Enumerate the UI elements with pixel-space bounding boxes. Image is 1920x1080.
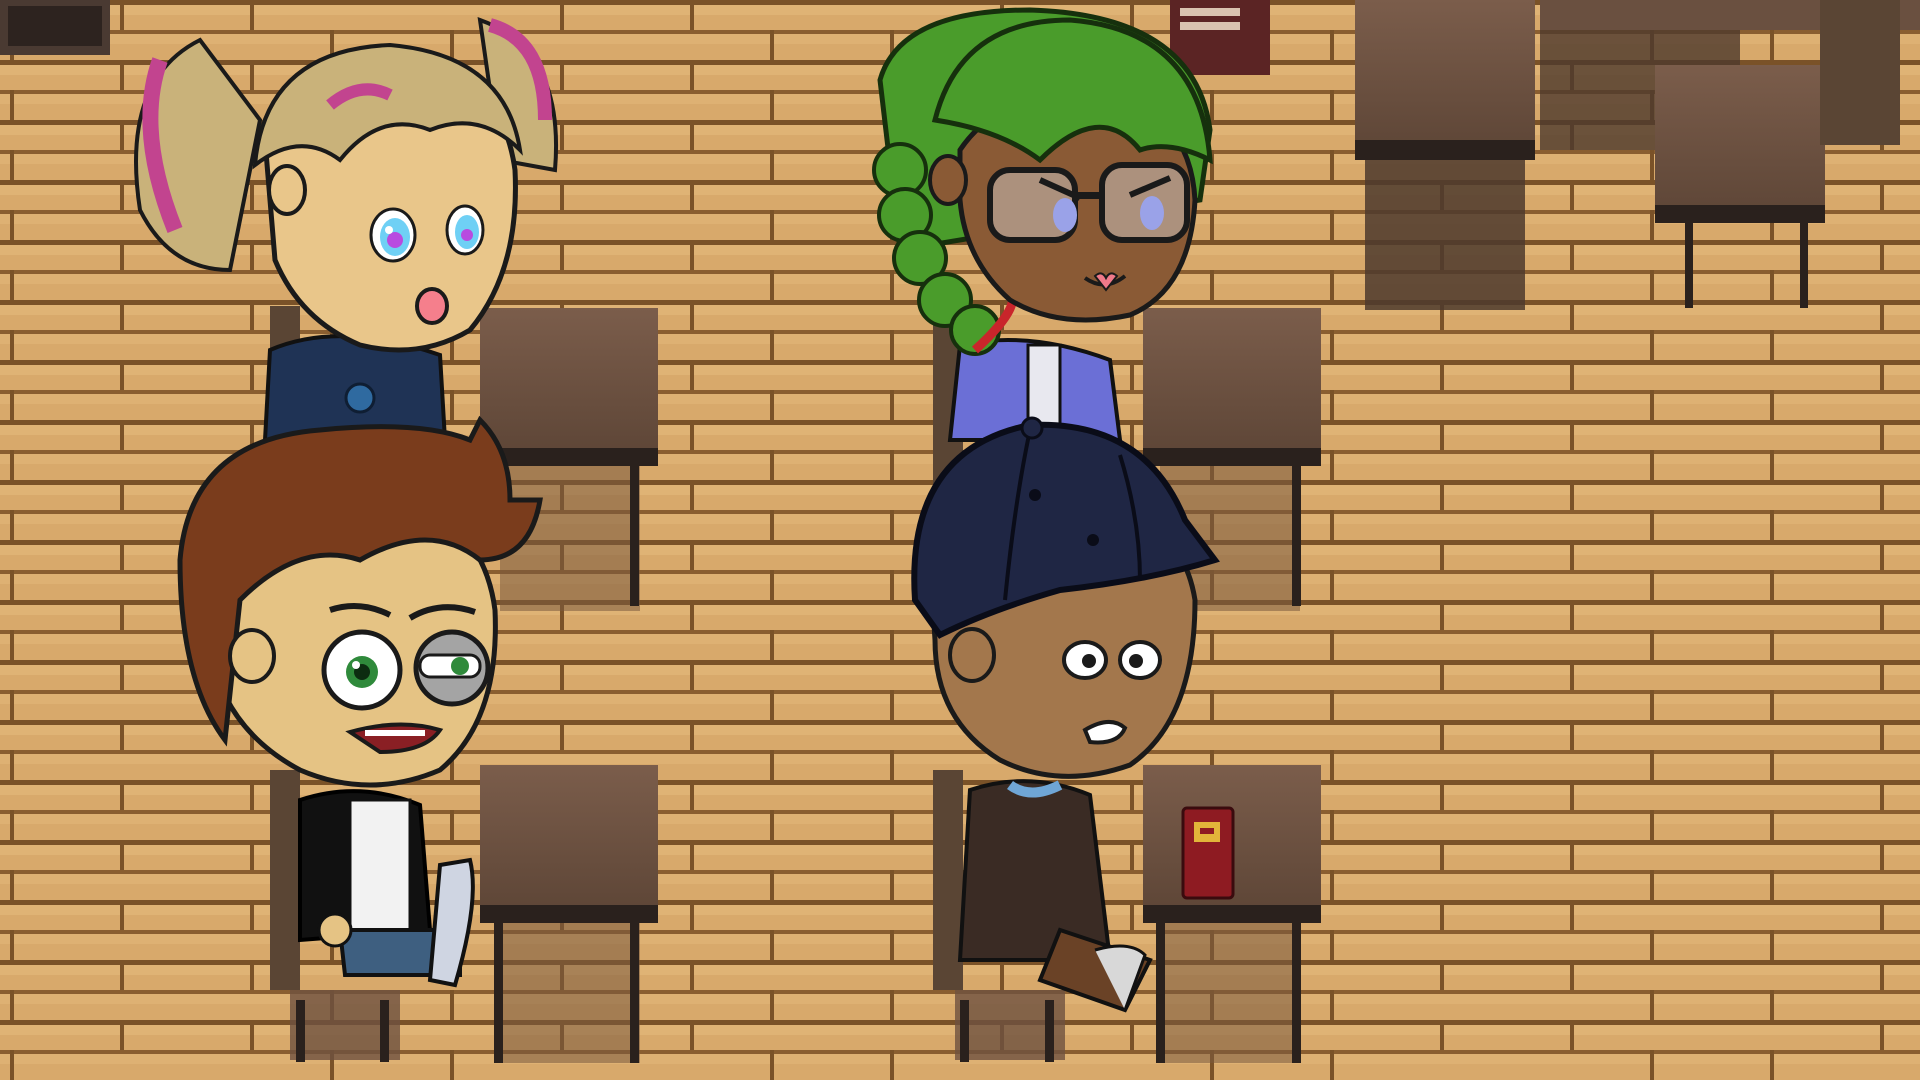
red-book-item[interactable]: [1181, 806, 1235, 900]
top-wall-vent: [0, 0, 110, 55]
classroom-scene: [0, 0, 1920, 1080]
